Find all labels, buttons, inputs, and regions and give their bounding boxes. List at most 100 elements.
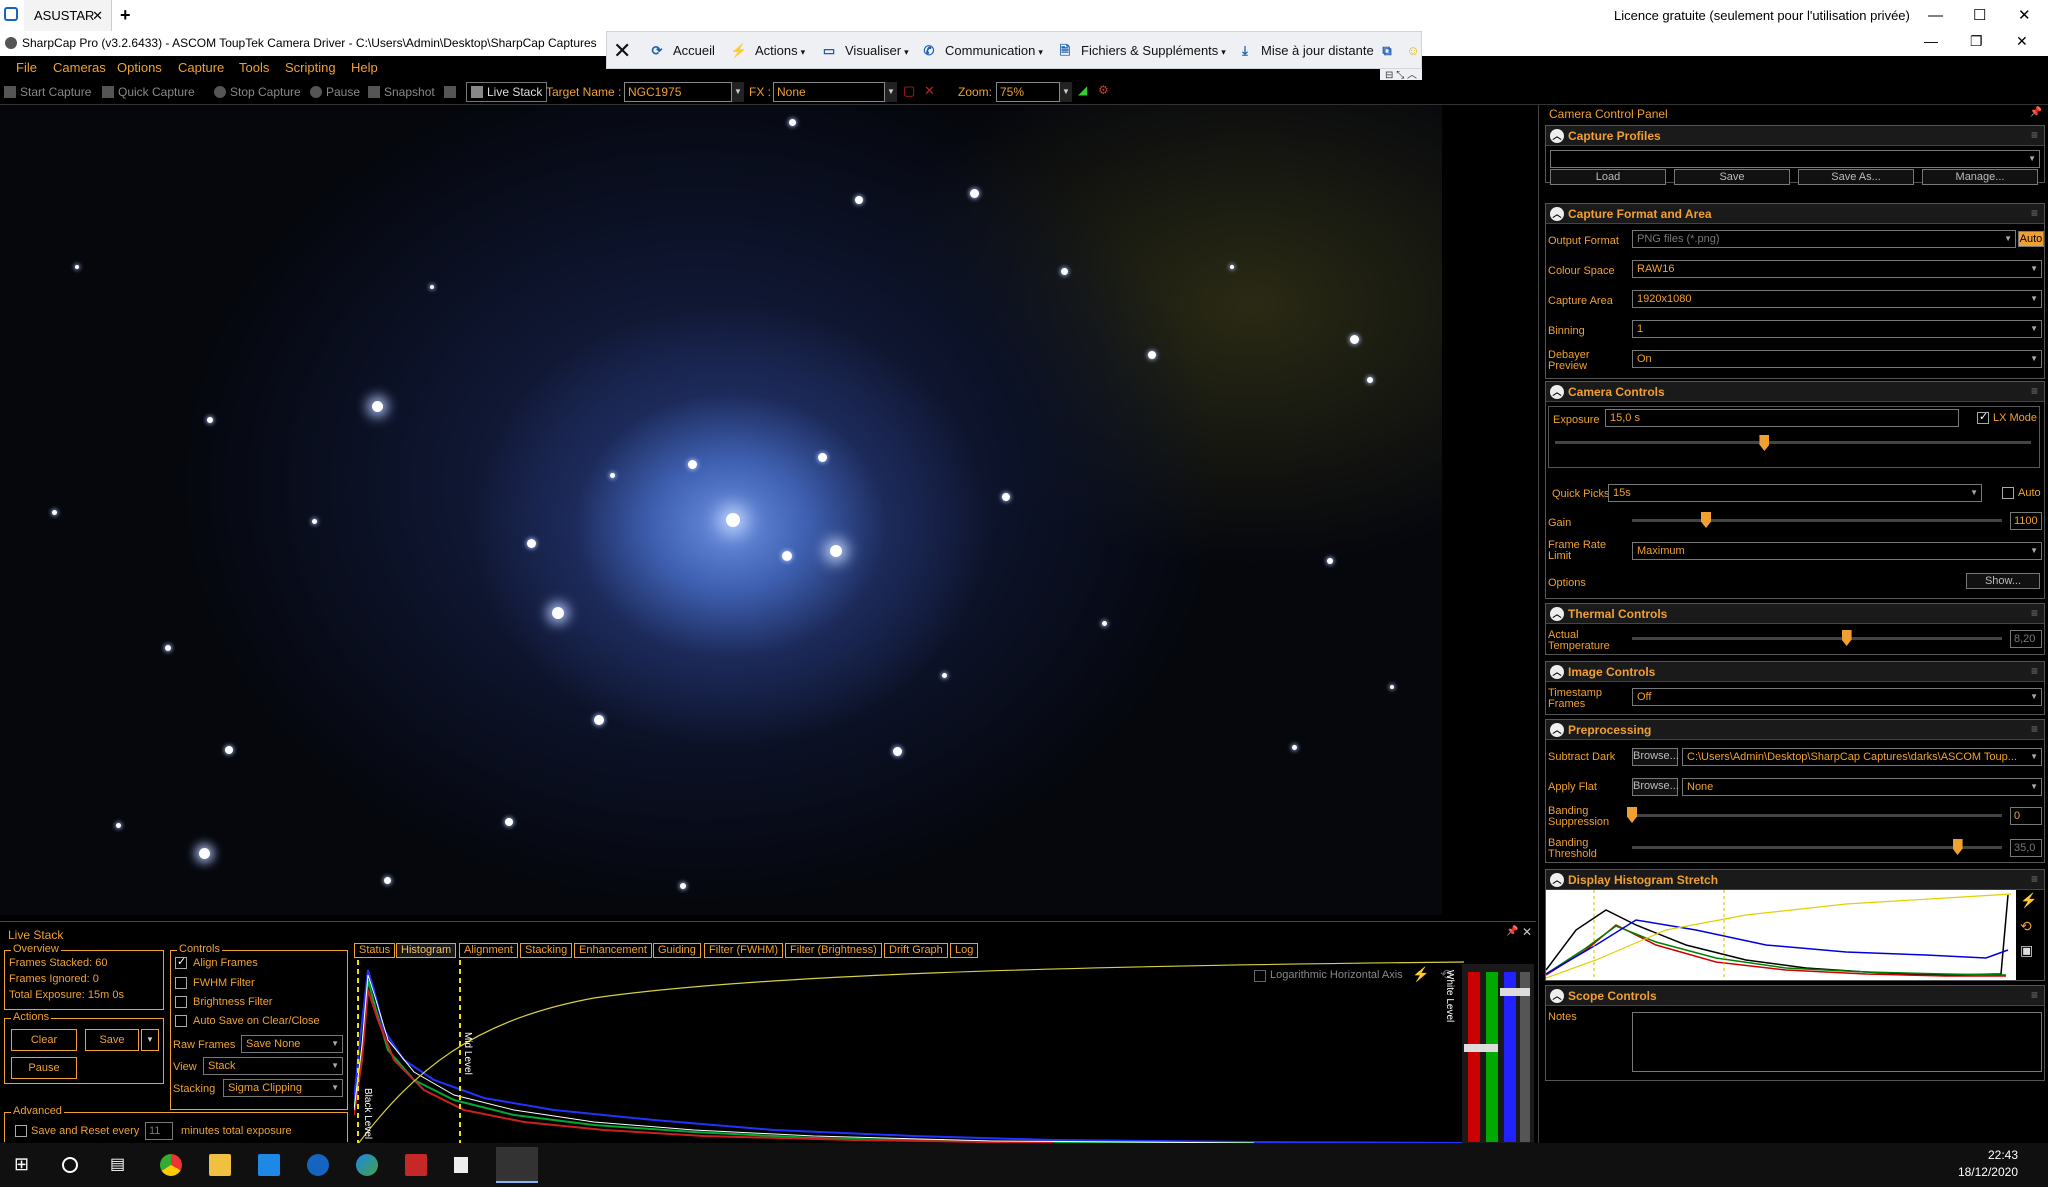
collapse-icon[interactable]: ︿: [1550, 385, 1564, 399]
notepad-icon[interactable]: [454, 1157, 468, 1173]
menu-tools[interactable]: Tools: [239, 60, 269, 75]
menu-icon[interactable]: ≡: [2031, 988, 2038, 1002]
section-header[interactable]: ︿ Scope Controls ≡: [1546, 986, 2044, 1006]
menu-icon[interactable]: ≡: [2031, 128, 2038, 142]
pin-icon[interactable]: 📌: [1506, 926, 1518, 937]
debayer-select[interactable]: On ▼: [1632, 350, 2042, 368]
exposure-slider-thumb[interactable]: [1759, 435, 1770, 451]
task-view-icon[interactable]: ▤: [110, 1154, 132, 1176]
capture-area-select[interactable]: 1920x1080 ▼: [1632, 290, 2042, 308]
fwhm-filter-checkbox[interactable]: [175, 977, 187, 989]
clear-button[interactable]: Clear: [11, 1029, 77, 1051]
actions-button[interactable]: ⚡ Actions ▾: [729, 32, 805, 70]
close-button[interactable]: ✕: [2018, 0, 2031, 31]
menu-icon[interactable]: ≡: [2031, 384, 2038, 398]
fx-select[interactable]: None: [773, 82, 885, 102]
pause-button[interactable]: Pause: [310, 85, 360, 99]
minimize-button[interactable]: —: [1928, 0, 1943, 31]
close-live-stack-icon[interactable]: ✕: [1522, 925, 1532, 939]
section-header[interactable]: ︿ Camera Controls ≡: [1546, 382, 2044, 402]
notes-textarea[interactable]: [1632, 1012, 2042, 1072]
collapse-icon[interactable]: ︿: [1550, 873, 1564, 887]
raw-frames-select[interactable]: Save None ▼: [241, 1035, 343, 1053]
display-histogram-graph[interactable]: [1546, 890, 2016, 980]
flat-file-select[interactable]: None ▼: [1682, 778, 2042, 796]
quick-capture-button[interactable]: Quick Capture: [102, 85, 195, 99]
log-axis-checkbox[interactable]: [1254, 970, 1266, 982]
zoom-select[interactable]: 75%: [996, 82, 1060, 102]
gain-slider[interactable]: [1632, 519, 2002, 522]
manage-button[interactable]: Manage...: [1922, 169, 2038, 185]
frame-rate-select[interactable]: Maximum ▼: [1632, 542, 2042, 560]
collapse-icon[interactable]: ︿: [1550, 607, 1564, 621]
tab-log[interactable]: Log: [950, 943, 979, 958]
section-header[interactable]: ︿ Preprocessing ≡: [1546, 720, 2044, 740]
tab-close-icon[interactable]: ✕: [92, 0, 103, 31]
exposure-input[interactable]: 15,0 s: [1605, 409, 1959, 427]
camera-settings-icon[interactable]: [444, 85, 460, 99]
mail-icon[interactable]: [258, 1154, 280, 1176]
banding-threshold-value[interactable]: 35,0: [2010, 839, 2042, 857]
collapse-icon[interactable]: ︿: [1550, 665, 1564, 679]
fx-dropdown[interactable]: ▼: [885, 82, 897, 102]
section-header[interactable]: ︿ Capture Profiles ≡: [1546, 126, 2044, 146]
tab-filter-brightness[interactable]: Filter (Brightness): [785, 943, 882, 958]
tab-guiding[interactable]: Guiding: [653, 943, 701, 958]
teamviewer-taskbar-icon[interactable]: [307, 1154, 329, 1176]
save-as-button[interactable]: Save As...: [1798, 169, 1914, 185]
menu-file[interactable]: File: [16, 60, 37, 75]
tab-alignment[interactable]: Alignment: [459, 943, 518, 958]
communication-button[interactable]: ✆ Communication ▾: [919, 32, 1043, 70]
maximize-button[interactable]: ☐: [1973, 0, 1986, 31]
auto-stretch-icon[interactable]: ⚡: [1412, 966, 1429, 983]
live-stack-button[interactable]: Live Stack: [466, 82, 548, 102]
chrome-icon[interactable]: [160, 1154, 182, 1176]
view-select[interactable]: Stack ▼: [203, 1057, 343, 1075]
stop-capture-button[interactable]: Stop Capture: [214, 85, 301, 99]
reticle-icon[interactable]: ▢: [903, 83, 915, 99]
save-reset-checkbox[interactable]: [15, 1125, 27, 1137]
section-header[interactable]: ︿ Image Controls ≡: [1546, 662, 2044, 682]
colour-space-select[interactable]: RAW16 ▼: [1632, 260, 2042, 278]
view-button[interactable]: ▭ Visualiser ▾: [819, 32, 909, 70]
banding-threshold-thumb[interactable]: [1952, 839, 1963, 855]
save-stretch-icon[interactable]: ▣: [2020, 942, 2033, 959]
tab-filter-fwhm[interactable]: Filter (FWHM): [704, 943, 784, 958]
tab-enhancement[interactable]: Enhancement: [574, 943, 652, 958]
banding-suppression-thumb[interactable]: [1627, 807, 1637, 823]
clock[interactable]: 22:43 18/12/2020: [1958, 1147, 2018, 1181]
tab-status[interactable]: Status: [354, 943, 396, 958]
binning-select[interactable]: 1 ▼: [1632, 320, 2042, 338]
stacking-select[interactable]: Sigma Clipping ▼: [223, 1079, 343, 1097]
timestamp-select[interactable]: Off ▼: [1632, 688, 2042, 706]
live-image-view[interactable]: [0, 105, 1442, 915]
zoom-dropdown[interactable]: ▼: [1060, 82, 1072, 102]
gain-slider-thumb[interactable]: [1701, 512, 1711, 528]
save-options-dropdown[interactable]: ▼: [141, 1029, 159, 1051]
remote-session-tab[interactable]: ASUSTAR ✕: [24, 0, 112, 31]
app-close-button[interactable]: ✕: [2016, 33, 2028, 50]
sharpcap-taskbar-icon[interactable]: [496, 1147, 538, 1183]
auto-save-checkbox[interactable]: [175, 1015, 187, 1027]
align-frames-checkbox[interactable]: [175, 955, 187, 969]
snapshot-button[interactable]: Snapshot: [368, 85, 435, 99]
collapse-icon[interactable]: ︿: [1550, 989, 1564, 1003]
menu-icon[interactable]: ≡: [2031, 872, 2038, 886]
menu-help[interactable]: Help: [351, 60, 378, 75]
auto-stretch-icon[interactable]: ⚡: [2020, 892, 2037, 909]
browse-flat-button[interactable]: Browse...: [1632, 778, 1679, 796]
save-stack-button[interactable]: Save: [85, 1029, 139, 1051]
profile-select[interactable]: ▼: [1550, 150, 2040, 168]
windows-start-icon[interactable]: ⊞: [14, 1154, 36, 1176]
banding-suppression-slider[interactable]: [1632, 814, 2002, 817]
tab-stacking[interactable]: Stacking: [520, 943, 573, 958]
load-button[interactable]: Load: [1550, 169, 1666, 185]
tab-drift-graph[interactable]: Drift Graph: [884, 943, 948, 958]
settings-icon[interactable]: ⚙: [1098, 83, 1109, 97]
dark-file-select[interactable]: C:\Users\Admin\Desktop\SharpCap Captures…: [1682, 748, 2042, 766]
menu-icon[interactable]: ≡: [2031, 206, 2038, 220]
screen-icon[interactable]: ⧉: [1377, 32, 1403, 70]
remote-update-button[interactable]: ⤓ Mise à jour distante: [1235, 32, 1374, 70]
tab-histogram[interactable]: Histogram: [396, 943, 457, 958]
target-name-input[interactable]: NGC1975: [624, 82, 732, 102]
